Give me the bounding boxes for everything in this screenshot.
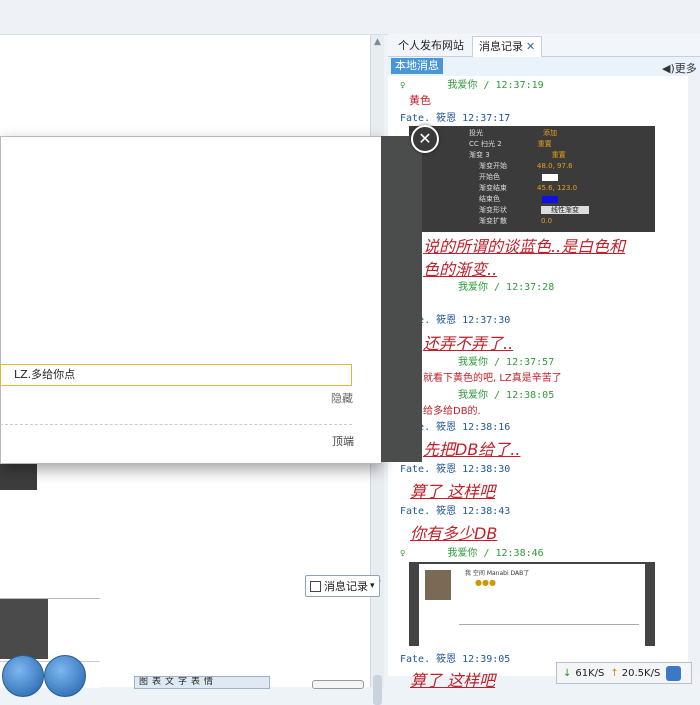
app-icon[interactable] bbox=[666, 665, 682, 681]
download-speed: 61K/S bbox=[575, 667, 605, 679]
message-text-large: 还弄不弄了.. bbox=[423, 334, 514, 353]
popup-dialog bbox=[0, 136, 382, 464]
image-content: 我 空间 Manabi DAB了 ●●● bbox=[419, 564, 645, 646]
message-text-large: 先把DB给了.. bbox=[423, 440, 521, 459]
avatar-bubble-1[interactable] bbox=[2, 655, 44, 697]
message-text-large: 算了 这样吧 bbox=[410, 671, 496, 690]
tab-message-history[interactable]: 消息记录 ✕ bbox=[472, 36, 543, 57]
message-text-large: 你有多少DB bbox=[410, 524, 498, 543]
message-header: ♀ 我爱你 / 12:38:46 bbox=[400, 544, 544, 559]
message-meta: 我爱你 / 12:37:19 bbox=[447, 80, 544, 91]
image-row: 渐变 3 重置 bbox=[469, 151, 566, 159]
message-history-button[interactable]: 消息记录 ▾ bbox=[305, 575, 380, 597]
history-icon bbox=[310, 580, 321, 592]
window-top-bar bbox=[0, 0, 700, 35]
tab-personal-site[interactable]: 个人发布网站 bbox=[392, 36, 470, 56]
dark-panel-fragment bbox=[0, 462, 37, 490]
upload-speed: 20.5K/S bbox=[621, 667, 661, 679]
message-header: Fate. 筱恩 12:38:30 bbox=[400, 464, 511, 475]
image-row: 结束色 bbox=[479, 194, 558, 205]
download-arrow-icon: ↓ bbox=[563, 667, 572, 679]
image-row: CC 扫光 2 重置 bbox=[469, 140, 552, 148]
divider bbox=[0, 424, 352, 426]
profile-picture bbox=[425, 570, 451, 600]
divider bbox=[459, 624, 639, 625]
send-button[interactable] bbox=[312, 680, 364, 689]
message-text-large: 说的所谓的谈蓝色..是白色和 bbox=[423, 237, 626, 256]
speaker-icon: ◀) bbox=[662, 62, 675, 75]
message-text: 就看下黄色的吧, LZ真是辛苦了 bbox=[423, 373, 562, 384]
message-text: 给多给DB的. bbox=[423, 406, 481, 417]
screenshot-image-2[interactable]: 我 空间 Manabi DAB了 ●●● bbox=[409, 562, 655, 646]
person-icon: ♀ bbox=[400, 81, 406, 91]
message-header: 我爱你 / 12:37:28 bbox=[458, 282, 555, 293]
image-row: 渐变形状 线性渐变 bbox=[479, 205, 589, 216]
screenshot-image-1[interactable]: 投光 添加 CC 扫光 2 重置 渐变 3 重置 渐变开始 48.0, 97.6 开始色… bbox=[409, 126, 655, 232]
close-icon[interactable]: ✕ bbox=[526, 40, 535, 53]
scroll-thumb[interactable] bbox=[373, 675, 382, 705]
chevron-down-icon: ▾ bbox=[370, 581, 375, 591]
avatar-bubble-2[interactable] bbox=[44, 655, 86, 697]
tab-label: 消息记录 bbox=[479, 40, 523, 53]
right-scrollbar[interactable] bbox=[688, 76, 700, 676]
image-row: 渐变结束 45.6, 123.0 bbox=[479, 184, 578, 192]
image-row: 开始色 bbox=[479, 172, 558, 183]
close-icon[interactable]: ✕ bbox=[411, 125, 439, 153]
right-tab-strip: 个人发布网站 消息记录 ✕ bbox=[388, 34, 700, 57]
popup-side-panel bbox=[381, 136, 422, 462]
hide-link[interactable]: 隐藏 bbox=[331, 390, 353, 406]
message-text-large: 算了 这样吧 bbox=[410, 482, 496, 501]
badge-icons: ●●● bbox=[475, 578, 496, 587]
message-header: Fate. 筱恩 12:39:05 bbox=[400, 654, 511, 665]
message-text-large: 色的渐变.. bbox=[423, 260, 498, 279]
message-header: Fate. 筱恩 12:37:17 bbox=[400, 113, 511, 124]
person-icon: ♀ bbox=[400, 549, 406, 559]
message-header: 我爱你 / 12:38:05 bbox=[458, 390, 555, 401]
reply-input[interactable]: LZ.多给你点 bbox=[0, 364, 352, 386]
image-row: 投光 添加 bbox=[469, 129, 557, 137]
speaker-more[interactable]: ◀)更多 bbox=[662, 60, 697, 76]
back-to-top-link[interactable]: 顶端 bbox=[332, 433, 354, 449]
message-header: Fate. 筱恩 12:38:43 bbox=[400, 506, 511, 517]
image-row: 渐变扩散 0.0 bbox=[479, 217, 553, 225]
more-label: 更多 bbox=[674, 62, 697, 75]
input-toolbar[interactable]: 图表文字表情 bbox=[134, 676, 270, 689]
message-history-label: 消息记录 bbox=[324, 580, 368, 593]
image-text: 我 空间 Manabi DAB了 bbox=[465, 570, 530, 577]
message-header: 我爱你 / 12:37:57 bbox=[458, 357, 555, 368]
tab-label: 个人发布网站 bbox=[398, 39, 464, 52]
local-message-badge[interactable]: 本地消息 bbox=[391, 58, 443, 74]
upload-arrow-icon: ↑ bbox=[610, 667, 619, 679]
message-header: ♀ 我爱你 / 12:37:19 bbox=[400, 76, 544, 91]
image-row: 渐变开始 48.0, 97.6 bbox=[479, 162, 573, 170]
message-text: 黄色 bbox=[409, 94, 431, 107]
scroll-up-icon[interactable]: ▲ bbox=[373, 38, 382, 47]
message-meta: 我爱你 / 12:38:46 bbox=[447, 548, 544, 559]
network-speed-indicator: ↓ 61K/S ↑ 20.5K/S bbox=[556, 662, 692, 684]
image-preview bbox=[0, 599, 48, 659]
